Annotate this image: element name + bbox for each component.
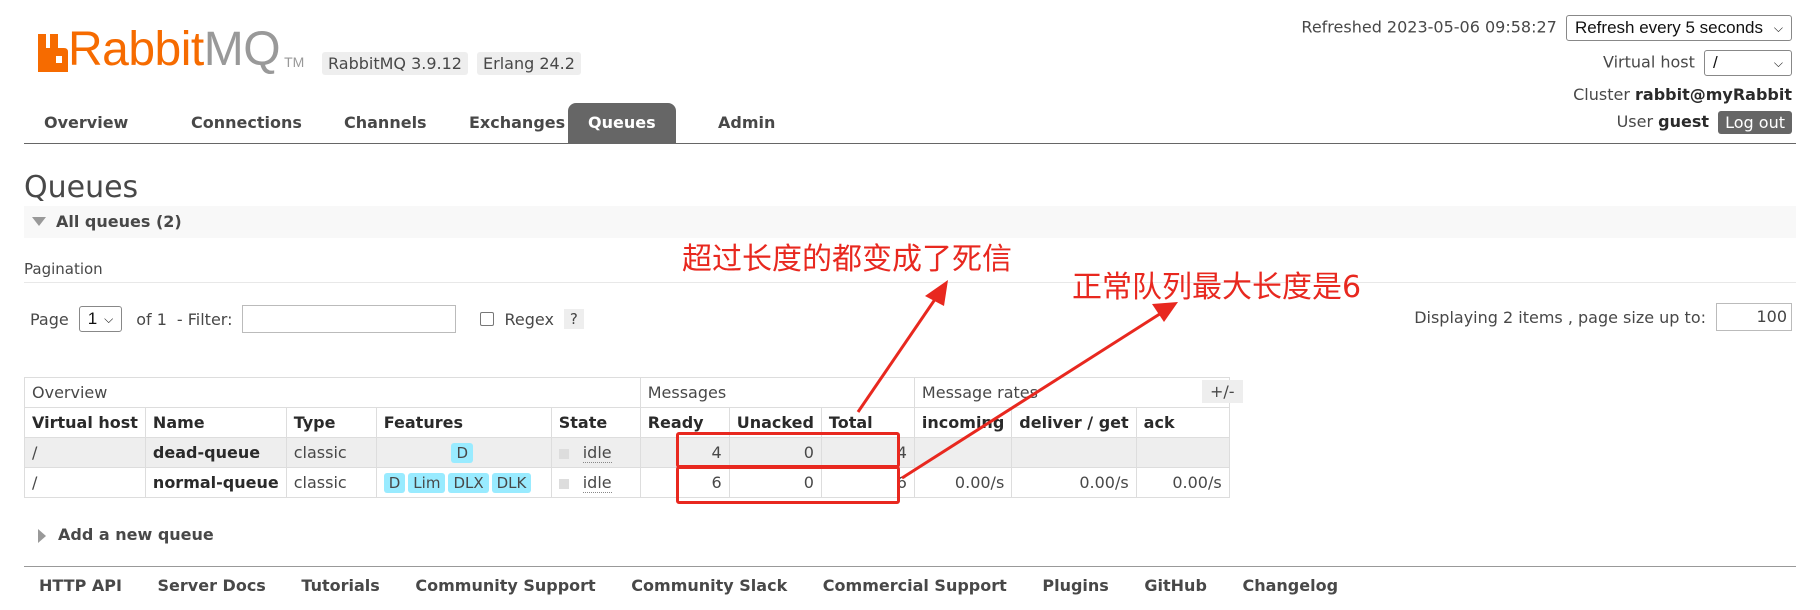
add-new-queue-label: Add a new queue: [58, 525, 214, 544]
footer-link-tutorials[interactable]: Tutorials: [301, 576, 379, 595]
footer-link-community-support[interactable]: Community Support: [415, 576, 595, 595]
footer-link-github[interactable]: GitHub: [1144, 576, 1207, 595]
footer-link-http-api[interactable]: HTTP API: [39, 576, 122, 595]
footer-divider: [24, 566, 1796, 567]
expand-triangle-icon: [38, 528, 46, 543]
footer-link-server-docs[interactable]: Server Docs: [158, 576, 266, 595]
footer-links: HTTP API Server Docs Tutorials Community…: [24, 576, 1353, 595]
footer-link-changelog[interactable]: Changelog: [1242, 576, 1338, 595]
add-new-queue-toggle[interactable]: Add a new queue: [38, 525, 214, 544]
footer-link-commercial-support[interactable]: Commercial Support: [823, 576, 1007, 595]
arrow-to-max-length: [901, 302, 1178, 480]
footer-link-community-slack[interactable]: Community Slack: [631, 576, 787, 595]
annotation-arrows: [856, 280, 1178, 480]
arrow-to-dead-letter: [856, 280, 948, 413]
footer-link-plugins[interactable]: Plugins: [1042, 576, 1108, 595]
